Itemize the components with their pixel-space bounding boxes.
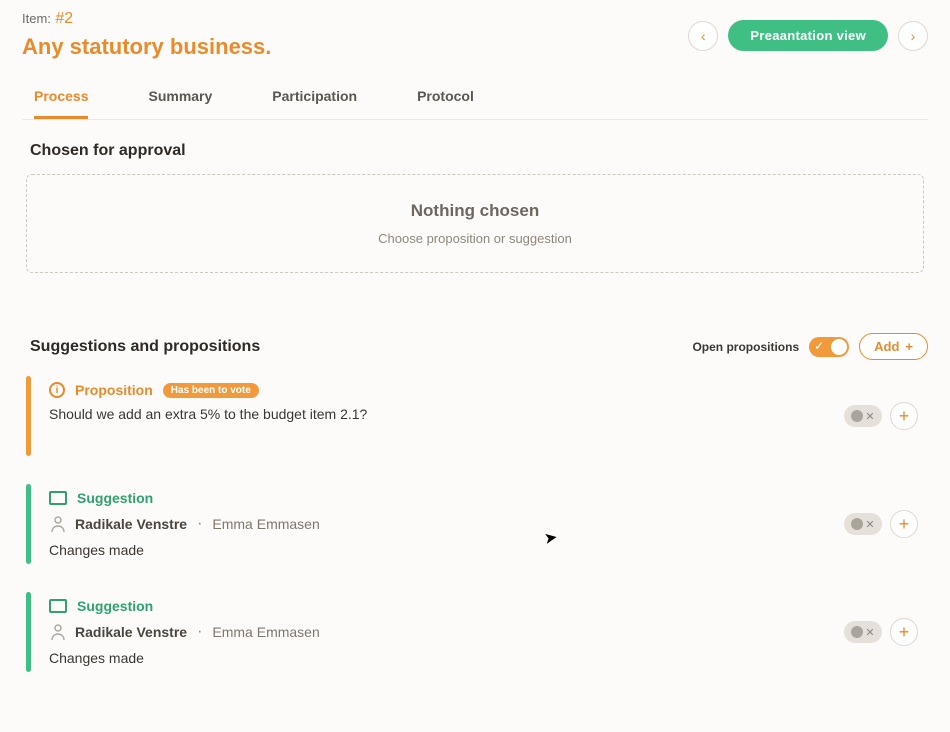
close-icon: ✕ <box>865 518 874 531</box>
document-icon <box>49 491 67 505</box>
toggle-knob-icon <box>851 410 863 422</box>
add-to-approval-button[interactable]: + <box>890 618 918 646</box>
card-type-label: Suggestion <box>77 490 153 506</box>
dismiss-toggle[interactable]: ✕ <box>844 405 882 427</box>
separator: · <box>197 623 202 641</box>
toggle-knob-icon <box>851 626 863 638</box>
approval-empty-sub: Choose proposition or suggestion <box>53 231 897 246</box>
avatar-icon <box>49 514 67 534</box>
separator: · <box>197 515 202 533</box>
author-name: Emma Emmasen <box>212 516 319 532</box>
approval-dropzone[interactable]: Nothing chosen Choose proposition or sug… <box>26 174 924 273</box>
add-button-label: Add <box>874 339 899 354</box>
check-icon: ✓ <box>814 339 824 353</box>
suggestion-card: Suggestion Radikale Venstre · Emma Emmas… <box>26 592 928 672</box>
card-type-label: Suggestion <box>77 598 153 614</box>
toggle-knob-icon <box>851 518 863 530</box>
dismiss-toggle[interactable]: ✕ <box>844 513 882 535</box>
close-icon: ✕ <box>865 410 874 423</box>
proposition-card: i Proposition Has been to vote Should we… <box>26 376 928 456</box>
next-item-button[interactable]: › <box>898 21 928 51</box>
tab-protocol[interactable]: Protocol <box>417 82 474 119</box>
add-to-approval-button[interactable]: + <box>890 510 918 538</box>
presentation-view-button[interactable]: Preaantation view <box>728 20 888 51</box>
tab-process[interactable]: Process <box>34 82 88 119</box>
plus-icon: + <box>899 514 910 535</box>
info-icon: i <box>49 382 65 398</box>
suggestion-card: Suggestion Radikale Venstre · Emma Emmas… <box>26 484 928 564</box>
card-stripe <box>26 484 31 564</box>
approval-section-title: Chosen for approval <box>30 142 928 160</box>
tabs: Process Summary Participation Protocol <box>22 82 928 120</box>
card-type-label: Proposition <box>75 382 153 398</box>
chevron-right-icon: › <box>911 28 916 44</box>
close-icon: ✕ <box>865 626 874 639</box>
item-number: #2 <box>55 10 73 27</box>
author-org: Radikale Venstre <box>75 516 187 532</box>
approval-empty-title: Nothing chosen <box>53 201 897 221</box>
plus-icon: + <box>899 622 910 643</box>
chevron-left-icon: ‹ <box>701 28 706 44</box>
vote-status-badge: Has been to vote <box>163 383 259 398</box>
dismiss-toggle[interactable]: ✕ <box>844 621 882 643</box>
plus-icon: + <box>905 339 913 354</box>
card-stripe <box>26 592 31 672</box>
suggestions-section-title: Suggestions and propositions <box>30 338 260 356</box>
tab-participation[interactable]: Participation <box>272 82 357 119</box>
author-org: Radikale Venstre <box>75 624 187 640</box>
add-proposition-button[interactable]: Add + <box>859 333 928 360</box>
plus-icon: + <box>899 406 910 427</box>
card-stripe <box>26 376 31 456</box>
avatar-icon <box>49 622 67 642</box>
open-propositions-label: Open propositions <box>692 340 799 354</box>
prev-item-button[interactable]: ‹ <box>688 21 718 51</box>
card-text: Should we add an extra 5% to the budget … <box>49 406 826 422</box>
document-icon <box>49 599 67 613</box>
open-propositions-toggle[interactable]: ✓ <box>809 337 849 357</box>
item-label: Item: <box>22 11 51 26</box>
card-text: Changes made <box>49 650 826 666</box>
add-to-approval-button[interactable]: + <box>890 402 918 430</box>
tab-summary[interactable]: Summary <box>148 82 212 119</box>
card-text: Changes made <box>49 542 826 558</box>
author-name: Emma Emmasen <box>212 624 319 640</box>
page-title: Any statutory business. <box>22 34 271 60</box>
